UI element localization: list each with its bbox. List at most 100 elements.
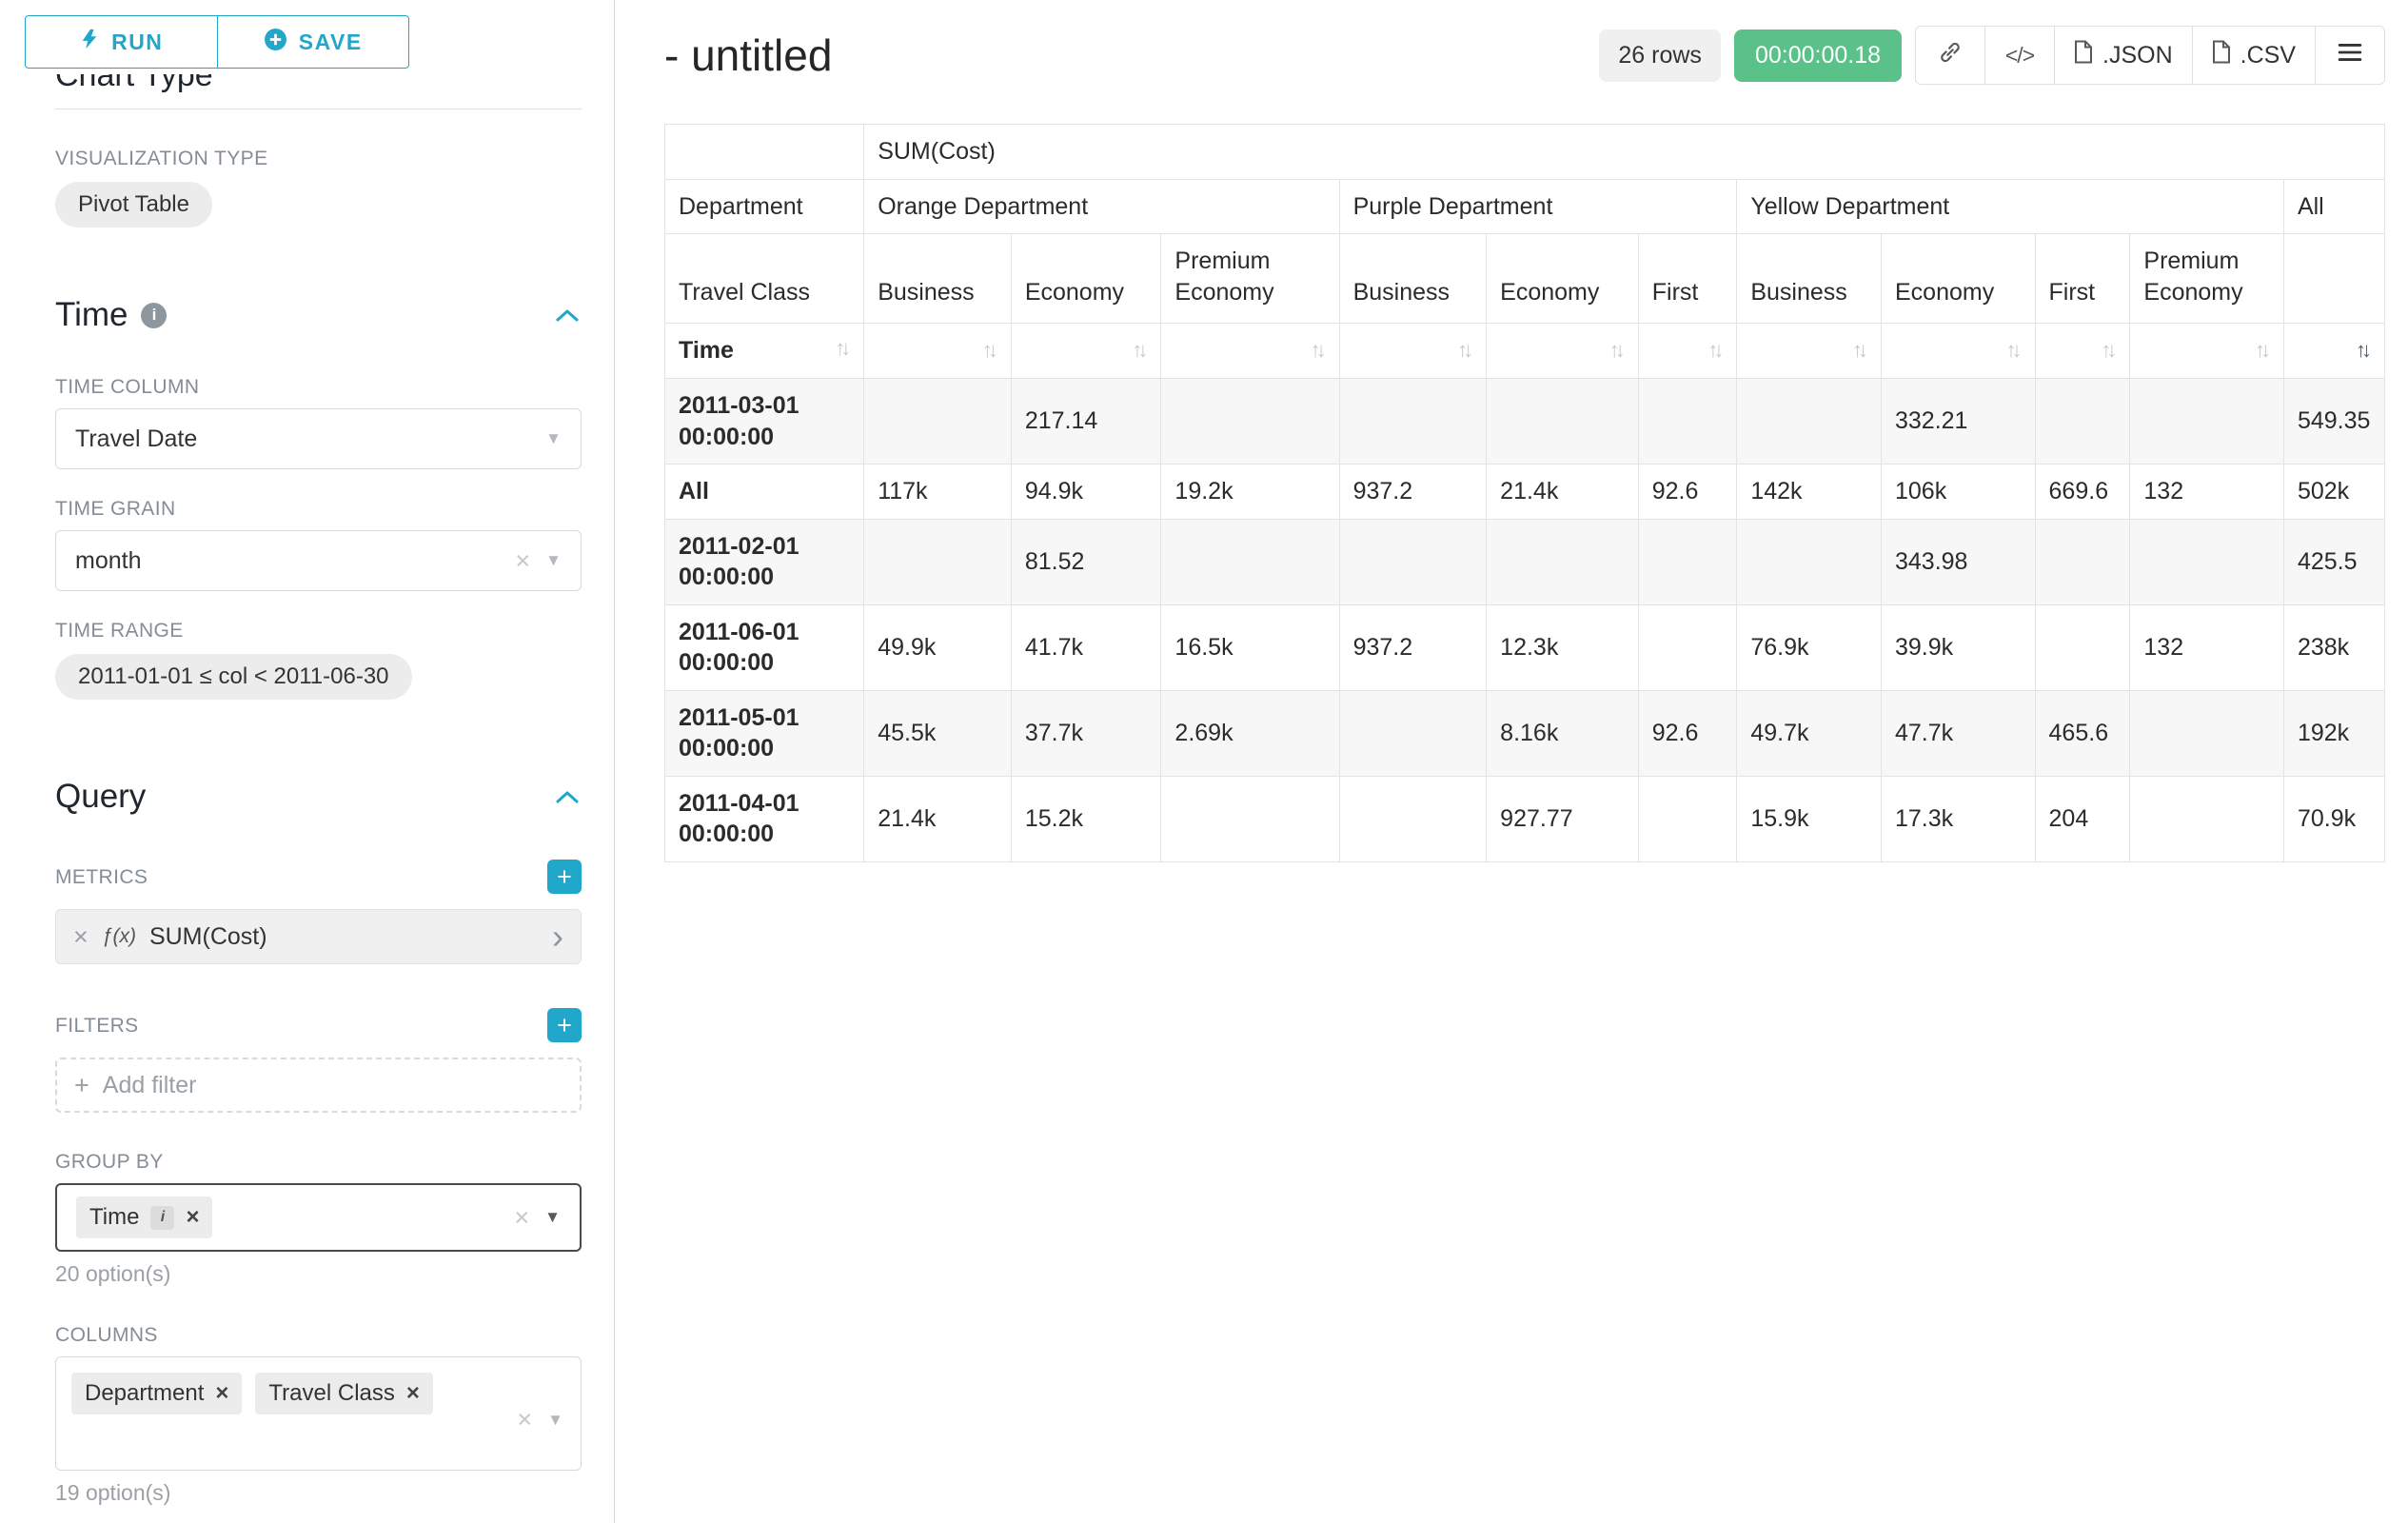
value-cell — [1161, 519, 1339, 604]
travel-class-header: Business — [864, 234, 1012, 324]
travel-class-header-row: Travel Class BusinessEconomyPremium Econ… — [665, 234, 2385, 324]
chevron-up-icon[interactable] — [553, 296, 582, 334]
file-icon — [2212, 40, 2231, 70]
chevron-down-icon: ▼ — [545, 551, 562, 570]
time-range-pill[interactable]: 2011-01-01 ≤ col < 2011-06-30 — [55, 654, 412, 700]
columns-token-label: Travel Class — [268, 1380, 394, 1407]
visualization-type-label: VISUALIZATION TYPE — [55, 148, 582, 168]
sort-icon[interactable]: ↑↓ — [2101, 337, 2116, 365]
remove-token-icon[interactable]: × — [406, 1382, 420, 1405]
value-cell: 21.4k — [1487, 465, 1639, 520]
value-cell — [1638, 519, 1737, 604]
row-header: 2011-05-01 00:00:00 — [665, 690, 864, 776]
group-by-options-hint: 20 option(s) — [55, 1261, 582, 1286]
travel-class-header: Economy — [1011, 234, 1161, 324]
value-cell: 132 — [2130, 604, 2284, 690]
value-cell: 937.2 — [1339, 604, 1487, 690]
sort-icon[interactable]: ↑↓ — [1311, 337, 1326, 365]
value-cell — [1737, 379, 1882, 465]
sort-icon[interactable]: ↑↓ — [1852, 337, 1867, 365]
table-row: 2011-06-01 00:00:0049.9k41.7k16.5k937.21… — [665, 604, 2385, 690]
value-cell — [2035, 519, 2130, 604]
add-filter-button[interactable]: + — [547, 1008, 582, 1042]
copy-link-button[interactable] — [1915, 26, 1985, 85]
value-cell — [1487, 519, 1639, 604]
time-grain-label: TIME GRAIN — [55, 498, 582, 519]
table-row: 2011-03-01 00:00:00217.14332.21549.35 — [665, 379, 2385, 465]
value-cell — [1487, 379, 1639, 465]
sort-icon[interactable]: ↑↓ — [1707, 337, 1723, 365]
visualization-type-pill[interactable]: Pivot Table — [55, 182, 212, 227]
chevron-down-icon: ▼ — [545, 429, 562, 448]
value-cell — [2035, 604, 2130, 690]
file-icon — [2074, 40, 2093, 70]
remove-token-icon[interactable]: × — [215, 1382, 228, 1405]
metrics-label: METRICS — [55, 866, 547, 887]
query-section-header: Query — [55, 778, 582, 816]
pivot-body: 2011-03-01 00:00:00217.14332.21549.35All… — [665, 379, 2385, 862]
time-column-select[interactable]: Travel Date ▼ — [55, 408, 582, 469]
columns-select[interactable]: Department × Travel Class × × ▼ — [55, 1356, 582, 1471]
sort-icon[interactable]: ↑↓ — [1609, 337, 1625, 365]
chevron-up-icon[interactable] — [553, 778, 582, 816]
value-cell: 17.3k — [1881, 776, 2035, 861]
save-button[interactable]: SAVE — [217, 15, 410, 69]
row-header: 2011-06-01 00:00:00 — [665, 604, 864, 690]
sort-icon[interactable]: ↑↓ — [2255, 337, 2270, 365]
metric-chip[interactable]: × ƒ(x) SUM(Cost) › — [55, 909, 582, 964]
clear-icon[interactable]: × — [515, 548, 530, 574]
view-query-button[interactable]: </> — [1984, 26, 2055, 85]
remove-metric-icon[interactable]: × — [73, 922, 89, 952]
department-group-header: Purple Department — [1339, 179, 1737, 234]
time-grain-select[interactable]: month × ▼ — [55, 530, 582, 591]
time-grain-value: month — [75, 547, 141, 575]
department-group-header: Orange Department — [864, 179, 1339, 234]
travel-class-header: Premium Economy — [2130, 234, 2284, 324]
sort-icon[interactable]: ↑↓ — [835, 335, 850, 363]
value-cell: 41.7k — [1011, 604, 1161, 690]
value-cell — [1737, 519, 1882, 604]
value-cell: 937.2 — [1339, 465, 1487, 520]
sort-icon[interactable]: ↑↓ — [982, 337, 997, 365]
clear-icon[interactable]: × — [514, 1205, 529, 1231]
group-by-token[interactable]: Time i × — [76, 1197, 212, 1238]
time-column-label: TIME COLUMN — [55, 376, 582, 397]
run-button-label: RUN — [111, 30, 163, 55]
export-json-button[interactable]: .JSON — [2054, 26, 2193, 85]
chevron-right-icon[interactable]: › — [552, 920, 563, 954]
value-cell — [1339, 776, 1487, 861]
export-csv-button[interactable]: .CSV — [2192, 26, 2316, 85]
travel-class-header: Economy — [1881, 234, 2035, 324]
sort-icon[interactable]: ↑↓ — [1457, 337, 1472, 365]
query-section-title: Query — [55, 778, 146, 816]
corner-cell — [665, 125, 864, 180]
columns-options-hint: 19 option(s) — [55, 1480, 582, 1505]
columns-token[interactable]: Department × — [71, 1373, 242, 1414]
code-icon: </> — [2005, 43, 2034, 69]
value-cell: 19.2k — [1161, 465, 1339, 520]
clear-icon[interactable]: × — [517, 1407, 532, 1433]
link-icon — [1938, 40, 1963, 71]
chevron-down-icon: ▼ — [544, 1208, 561, 1227]
value-cell: 117k — [864, 465, 1012, 520]
travel-class-header: First — [2035, 234, 2130, 324]
add-metric-button[interactable]: + — [547, 860, 582, 894]
add-filter-box[interactable]: + Add filter — [55, 1058, 582, 1113]
sort-icon[interactable]: ↑↓ — [2356, 337, 2371, 365]
group-by-select[interactable]: Time i × × ▼ — [55, 1183, 582, 1252]
run-button[interactable]: RUN — [25, 15, 218, 69]
sort-header-cell: ↑↓ — [1161, 324, 1339, 379]
sort-header-cell: ↑↓ — [1011, 324, 1161, 379]
value-cell: 15.9k — [1737, 776, 1882, 861]
value-cell: 70.9k — [2283, 776, 2384, 861]
remove-token-icon[interactable]: × — [186, 1206, 199, 1229]
menu-button[interactable] — [2315, 26, 2385, 85]
sort-icon[interactable]: ↑↓ — [1132, 337, 1147, 365]
columns-token[interactable]: Travel Class × — [255, 1373, 432, 1414]
sort-icon[interactable]: ↑↓ — [2006, 337, 2022, 365]
add-filter-placeholder: Add filter — [103, 1072, 197, 1099]
value-cell — [864, 519, 1012, 604]
value-cell — [1638, 604, 1737, 690]
value-cell: 21.4k — [864, 776, 1012, 861]
value-cell — [2130, 379, 2284, 465]
